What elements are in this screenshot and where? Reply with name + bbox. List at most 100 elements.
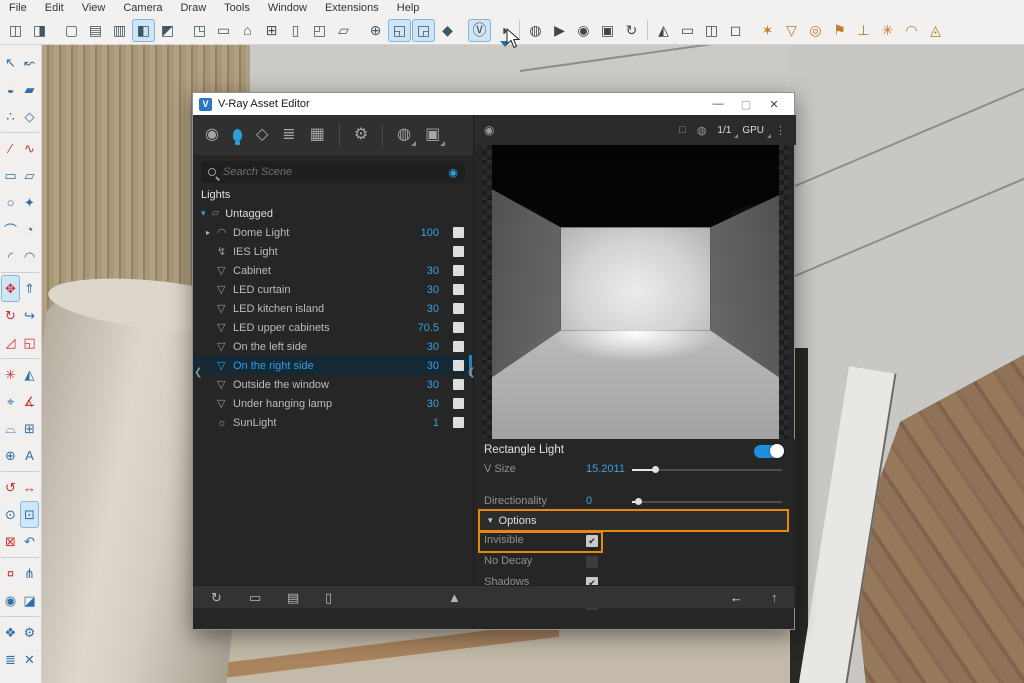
rotate-tool[interactable]: ↻ xyxy=(1,302,20,329)
light-intensity-value[interactable]: 30 xyxy=(399,303,439,315)
light-intensity-value[interactable]: 70.5 xyxy=(399,322,439,334)
generic-light-icon[interactable]: ✶ xyxy=(756,19,779,42)
threed-text-tool[interactable]: A xyxy=(20,442,39,469)
top-view-icon[interactable]: ▭ xyxy=(212,19,235,42)
menu-item-camera[interactable]: Camera xyxy=(114,2,171,14)
light-row[interactable]: ▽Under hanging lamp30 xyxy=(193,394,473,413)
angular-dimension-tool[interactable]: ∡ xyxy=(20,388,39,415)
frame-buffer-icon[interactable]: ▭ xyxy=(676,19,699,42)
menu-item-tools[interactable]: Tools xyxy=(215,2,259,14)
update-proxies-icon[interactable]: ↻ xyxy=(620,19,643,42)
left-view-icon[interactable]: ◰ xyxy=(308,19,331,42)
options-section-header[interactable]: ▾ Options xyxy=(478,509,789,532)
omni-light-icon[interactable]: ✳ xyxy=(876,19,899,42)
light-row[interactable]: ☼SunLight1 xyxy=(193,413,473,432)
previous-view-tool[interactable]: ↶ xyxy=(20,528,39,555)
option-checkbox-invisible[interactable]: ✔ xyxy=(586,535,598,547)
search-input[interactable]: Search Scene ◉ xyxy=(201,161,465,183)
geometry-icon[interactable]: ◇ xyxy=(256,127,268,143)
viewport-vfb-icon[interactable]: ◫ xyxy=(700,19,723,42)
light-enable-checkbox[interactable] xyxy=(453,398,464,409)
close-button[interactable]: ✕ xyxy=(760,98,788,111)
render-teapot-icon[interactable]: ◍ xyxy=(397,127,411,143)
frame-buffer-icon[interactable]: ▣ xyxy=(425,127,440,143)
render-elements-icon[interactable]: ≣ xyxy=(282,127,295,143)
position-camera-tool[interactable]: ¤ xyxy=(1,560,20,587)
text-label-tool[interactable]: ⊞ xyxy=(20,415,39,442)
rectangle-light-icon[interactable]: ▽ xyxy=(780,19,803,42)
light-enable-checkbox[interactable] xyxy=(453,284,464,295)
light-intensity-value[interactable]: 30 xyxy=(399,341,439,353)
protractor-tool[interactable]: ◭ xyxy=(20,361,39,388)
lights-icon[interactable] xyxy=(233,129,242,141)
render-teapot-icon[interactable]: ◍ xyxy=(697,124,707,137)
mesh-light-icon[interactable]: ◬ xyxy=(924,19,947,42)
front-view-icon[interactable]: ⌂ xyxy=(236,19,259,42)
three-point-arc-tool[interactable]: ◠ xyxy=(20,243,39,270)
walk-tool[interactable]: ⋔ xyxy=(20,560,39,587)
pie-tool[interactable]: ◔ xyxy=(20,216,39,243)
follow-me-tool[interactable]: ↪ xyxy=(20,302,39,329)
menu-item-edit[interactable]: Edit xyxy=(36,2,73,14)
light-enable-checkbox[interactable] xyxy=(453,303,464,314)
light-enable-checkbox[interactable] xyxy=(453,265,464,276)
lock-icon[interactable]: ◻ xyxy=(724,19,747,42)
tag-group-row[interactable]: ▾ ▱ Untagged xyxy=(201,205,273,222)
tag-tool[interactable]: ◇ xyxy=(20,103,39,130)
spot-light-icon[interactable]: ⚑ xyxy=(828,19,851,42)
back-arrow-icon[interactable]: ← xyxy=(730,589,743,606)
cube-arrows-icon-2[interactable]: ◲ xyxy=(412,19,435,42)
maximize-button[interactable]: ▢ xyxy=(732,98,760,111)
shaded-with-textures-icon[interactable]: ◧ xyxy=(132,19,155,42)
section-plane-tool[interactable]: ◪ xyxy=(20,587,39,614)
axes-globe-tool[interactable]: ⊕ xyxy=(1,442,20,469)
light-row[interactable]: ▽Cabinet30 xyxy=(193,261,473,280)
vray-util-icon-2[interactable]: ⚙ xyxy=(20,619,39,646)
select-tool[interactable]: ↖ xyxy=(1,49,20,76)
zoom-tool[interactable]: ⊙ xyxy=(1,501,20,528)
vray-util-icon-4[interactable]: ✕ xyxy=(20,646,39,673)
light-intensity-value[interactable]: 30 xyxy=(399,360,439,372)
cube-arrows-icon-1[interactable]: ◱ xyxy=(388,19,411,42)
menu-item-draw[interactable]: Draw xyxy=(171,2,215,14)
look-around-tool[interactable]: ◉ xyxy=(1,587,20,614)
light-row[interactable]: ▽On the left side30 xyxy=(193,337,473,356)
option-checkbox-no-decay[interactable] xyxy=(586,556,598,568)
push-pull-tool[interactable]: ⇑ xyxy=(20,275,39,302)
save-icon[interactable]: ▤ xyxy=(287,589,299,606)
collapse-left-arrow[interactable]: ❮ xyxy=(194,367,202,378)
lasso-tool[interactable]: ↜ xyxy=(20,49,39,76)
iso-view-icon[interactable]: ◳ xyxy=(188,19,211,42)
render-cloud-icon[interactable]: ◉ xyxy=(572,19,595,42)
zoom-extents-tool[interactable]: ⊠ xyxy=(1,528,20,555)
menu-item-view[interactable]: View xyxy=(73,2,115,14)
ies-light-icon[interactable]: ⊥ xyxy=(852,19,875,42)
paint-bucket-tool[interactable]: ◒ xyxy=(1,76,20,103)
xray-icon[interactable]: ◫ xyxy=(4,19,27,42)
menu-dots-icon[interactable]: ⋮ xyxy=(775,124,786,137)
v-size-slider[interactable] xyxy=(632,469,782,471)
circle-tool[interactable]: ○ xyxy=(1,189,20,216)
directionality-value[interactable]: 0 xyxy=(586,495,592,507)
vray-logo-icon[interactable]: Ⓥ xyxy=(468,19,491,42)
light-enabled-toggle[interactable] xyxy=(754,445,784,458)
arc-dimension-tool[interactable]: ⌓ xyxy=(1,415,20,442)
right-view-icon[interactable]: ⊞ xyxy=(260,19,283,42)
menu-item-help[interactable]: Help xyxy=(388,2,429,14)
textures-icon[interactable]: ▦ xyxy=(310,127,325,143)
preview-eye-icon[interactable]: ◉ xyxy=(484,123,668,137)
two-point-arc-tool[interactable]: ⌒ xyxy=(1,216,20,243)
light-row[interactable]: ▽LED kitchen island30 xyxy=(193,299,473,318)
rectangle-tool[interactable]: ▭ xyxy=(1,162,20,189)
line-tool[interactable]: ∕ xyxy=(1,135,20,162)
light-enable-checkbox[interactable] xyxy=(453,341,464,352)
light-intensity-value[interactable]: 30 xyxy=(399,284,439,296)
engine-select[interactable]: GPU xyxy=(742,125,764,136)
back-view-icon[interactable]: ▯ xyxy=(284,19,307,42)
zoom-window-tool[interactable]: ⊡ xyxy=(20,501,39,528)
pan-tool[interactable]: ↔ xyxy=(20,474,39,501)
light-enable-checkbox[interactable] xyxy=(453,360,464,371)
scale-tool[interactable]: ◿ xyxy=(1,329,20,356)
hidden-line-icon[interactable]: ▤ xyxy=(84,19,107,42)
history-frame[interactable]: 1/1 xyxy=(717,125,731,136)
